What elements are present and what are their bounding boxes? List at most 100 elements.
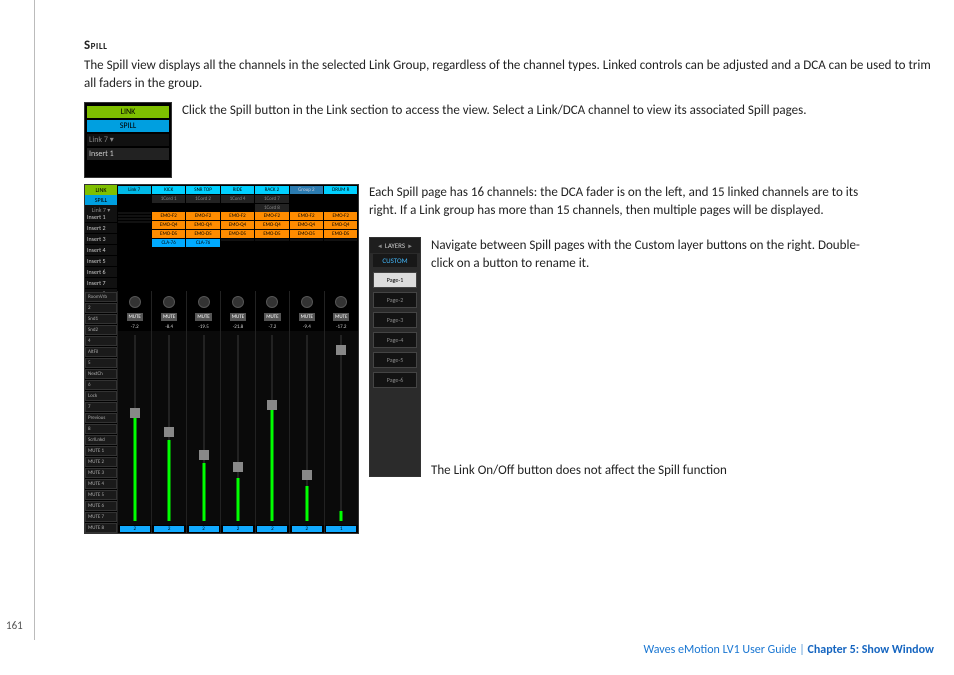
link-selector[interactable]: Link 7 ▾: [87, 134, 169, 146]
custom-layer-button[interactable]: CUSTOM: [373, 254, 417, 267]
insert-plugin[interactable]: EMO-D5: [290, 230, 323, 238]
fader[interactable]: [325, 331, 358, 525]
insert-plugin[interactable]: EMO-Q4: [152, 221, 185, 229]
insert-plugin[interactable]: EMO-F2: [324, 212, 357, 220]
fader[interactable]: [152, 331, 185, 525]
insert-plugin[interactable]: EMO-F2: [221, 212, 254, 220]
mix-side-label[interactable]: MUTE 1: [85, 446, 117, 456]
layer-page-button[interactable]: Page-5: [373, 352, 417, 368]
mix-side-label[interactable]: 4: [85, 336, 117, 346]
mix-side-label[interactable]: NextCh: [85, 369, 117, 379]
insert-plugin[interactable]: [255, 239, 288, 241]
mute-button[interactable]: MUTE: [230, 313, 246, 321]
insert-plugin[interactable]: [118, 221, 151, 223]
mix-side-label[interactable]: MUTE 2: [85, 457, 117, 467]
chevron-left-icon[interactable]: ◄: [377, 242, 383, 250]
pan-knob[interactable]: [266, 296, 278, 308]
mix-side-label[interactable]: MUTE 8: [85, 523, 117, 533]
mix-side-label[interactable]: MUTE 6: [85, 501, 117, 511]
insert-plugin[interactable]: EMO-Q4: [186, 221, 219, 229]
channel-footer[interactable]: 2: [189, 526, 219, 532]
insert-plugin[interactable]: EMO-F2: [186, 212, 219, 220]
pan-knob[interactable]: [163, 296, 175, 308]
insert-plugin[interactable]: EMO-D5: [255, 230, 288, 238]
insert-plugin[interactable]: [118, 215, 151, 217]
mix-side-label[interactable]: 8: [85, 424, 117, 434]
channel-footer[interactable]: 2: [223, 526, 253, 532]
mix-side-label[interactable]: ScrlLnkd: [85, 435, 117, 445]
insert-plugin[interactable]: EMO-Q4: [255, 221, 288, 229]
pan-knob[interactable]: [232, 296, 244, 308]
mix-side-label[interactable]: MUTE 7: [85, 512, 117, 522]
insert-plugin[interactable]: EMO-D5: [186, 230, 219, 238]
layer-page-button[interactable]: Page-4: [373, 332, 417, 348]
mix-side-label[interactable]: MUTE 4: [85, 479, 117, 489]
insert-plugin[interactable]: EMO-F2: [255, 212, 288, 220]
spill-button[interactable]: SPILL: [87, 120, 169, 132]
insert-plugin[interactable]: EMO-D5: [324, 230, 357, 238]
mix-side-label[interactable]: RoomVrb: [85, 292, 117, 302]
channel-header[interactable]: KICK: [152, 186, 185, 194]
mute-button[interactable]: MUTE: [195, 313, 211, 321]
channel-footer[interactable]: 2: [257, 526, 287, 532]
mix-side-label[interactable]: 6: [85, 380, 117, 390]
pan-knob[interactable]: [301, 296, 313, 308]
channel-header[interactable]: DRUM R: [324, 186, 357, 194]
pan-knob[interactable]: [335, 296, 347, 308]
mix-side-label[interactable]: MUTE 3: [85, 468, 117, 478]
layer-page-button[interactable]: Page-1: [373, 272, 417, 288]
mix-side-label[interactable]: 5: [85, 358, 117, 368]
mute-button[interactable]: MUTE: [333, 313, 349, 321]
insert-plugin[interactable]: CLA-76: [186, 239, 219, 247]
mute-button[interactable]: MUTE: [264, 313, 280, 321]
link-label[interactable]: LINK: [85, 185, 117, 195]
link-button[interactable]: LINK: [87, 106, 169, 118]
channel-footer[interactable]: 2: [120, 526, 150, 532]
pan-knob[interactable]: [198, 296, 210, 308]
insert-plugin[interactable]: EMO-Q4: [290, 221, 323, 229]
insert-plugin[interactable]: EMO-Q4: [324, 221, 357, 229]
insert-plugin[interactable]: EMO-Q4: [221, 221, 254, 229]
channel-footer[interactable]: 1: [326, 526, 356, 532]
channel-header[interactable]: SNR TOP: [186, 186, 219, 194]
insert-plugin[interactable]: EMO-D5: [221, 230, 254, 238]
mix-side-label[interactable]: Snd2: [85, 325, 117, 335]
fader[interactable]: [290, 331, 323, 525]
insert-plugin[interactable]: EMO-F2: [290, 212, 323, 220]
layer-page-button[interactable]: Page-2: [373, 292, 417, 308]
mute-button[interactable]: MUTE: [299, 313, 315, 321]
mix-side-label[interactable]: AltFil: [85, 347, 117, 357]
insert-plugin[interactable]: [221, 239, 254, 241]
channel-footer[interactable]: 2: [292, 526, 322, 532]
channel-header[interactable]: RACK 2: [255, 186, 288, 194]
insert-plugin[interactable]: [118, 218, 151, 220]
pan-knob[interactable]: [129, 296, 141, 308]
mix-side-label[interactable]: 7: [85, 402, 117, 412]
mix-side-label[interactable]: Lock: [85, 391, 117, 401]
channel-header[interactable]: RIDE: [221, 186, 254, 194]
channel-header[interactable]: Group 2: [290, 186, 323, 194]
mix-side-label[interactable]: 2: [85, 303, 117, 313]
insert-plugin[interactable]: CLA-76: [152, 239, 185, 247]
channel-footer[interactable]: 2: [154, 526, 184, 532]
mute-button[interactable]: MUTE: [161, 313, 177, 321]
mix-side-label[interactable]: Previous: [85, 413, 117, 423]
insert-plugin[interactable]: EMO-F2: [152, 212, 185, 220]
channel-header[interactable]: Link 7: [118, 186, 151, 194]
fader[interactable]: [256, 331, 289, 525]
spill-button[interactable]: SPILL: [85, 195, 117, 205]
insert-slot[interactable]: Insert 1: [87, 148, 169, 160]
fader[interactable]: [187, 331, 220, 525]
insert-plugin[interactable]: EMO-D5: [152, 230, 185, 238]
insert-plugin[interactable]: [118, 212, 151, 214]
layer-page-button[interactable]: Page-6: [373, 372, 417, 388]
fader[interactable]: [221, 331, 254, 525]
insert-plugin[interactable]: [290, 239, 323, 241]
mix-side-label[interactable]: MUTE 5: [85, 490, 117, 500]
layer-page-button[interactable]: Page-3: [373, 312, 417, 328]
insert-plugin[interactable]: [324, 239, 357, 241]
fader[interactable]: [118, 331, 151, 525]
mute-button[interactable]: MUTE: [127, 313, 143, 321]
chevron-right-icon[interactable]: ►: [407, 242, 413, 250]
mix-side-label[interactable]: Snd1: [85, 314, 117, 324]
